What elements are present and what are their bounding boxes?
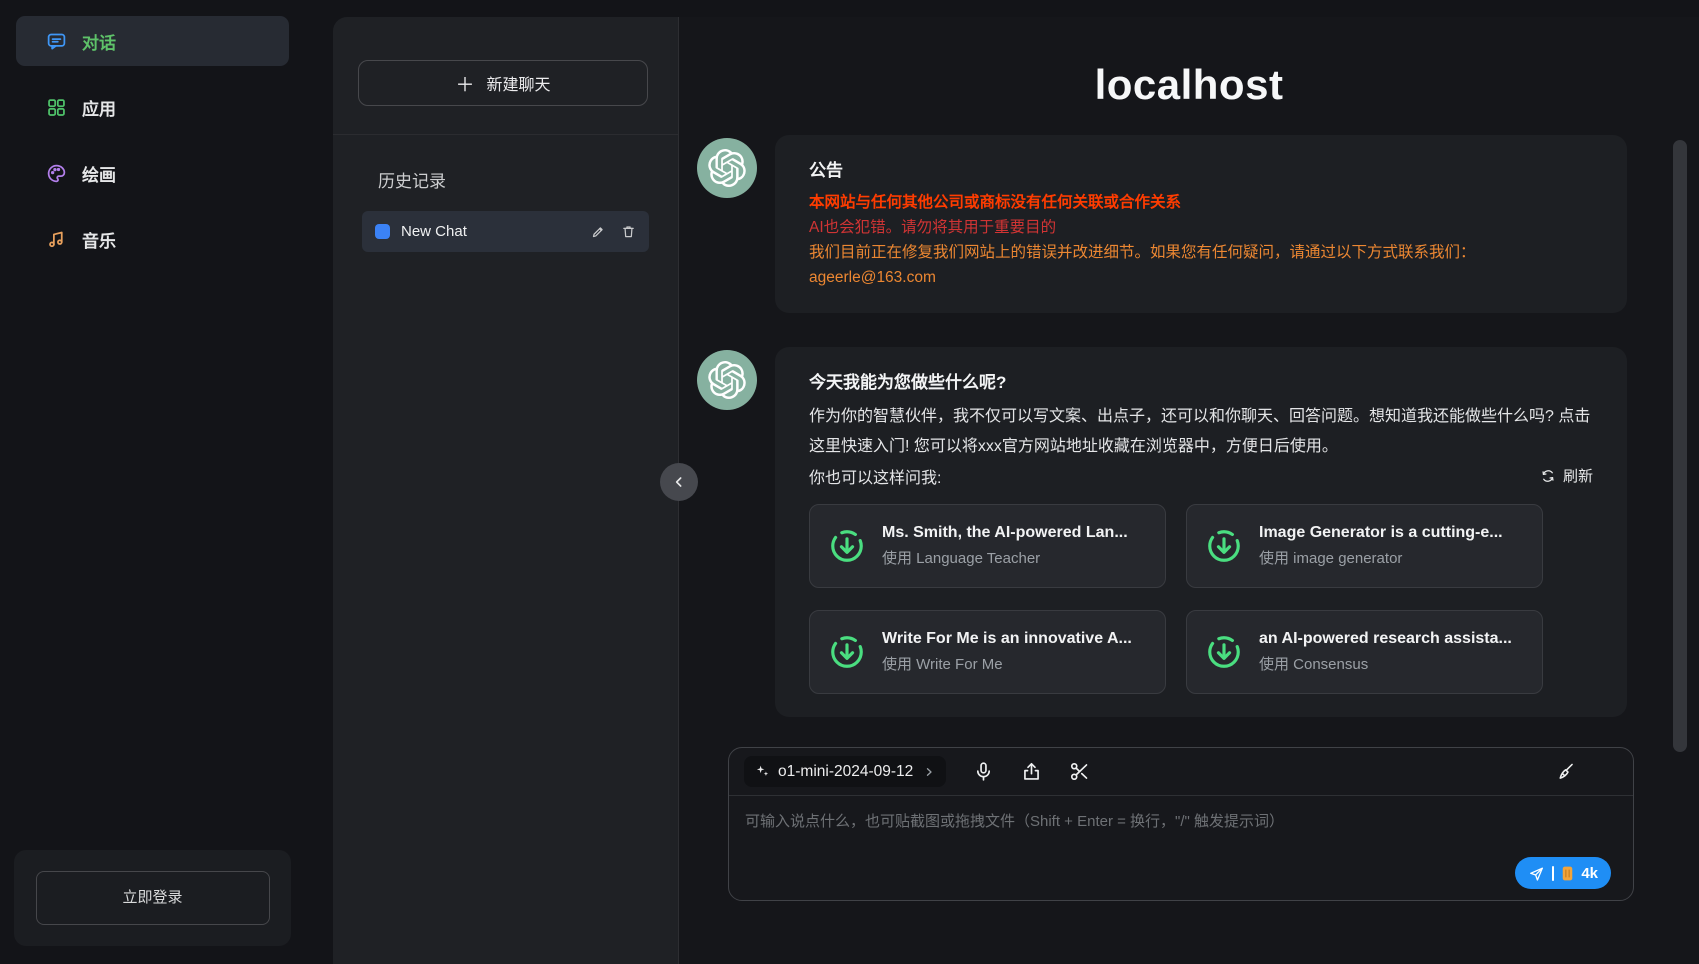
delete-icon[interactable]: [621, 224, 636, 239]
sidebar-item-draw[interactable]: 绘画: [16, 148, 289, 198]
chevron-left-icon: [671, 474, 687, 490]
model-label: o1-mini-2024-09-12: [778, 763, 913, 781]
chat-list-panel: ＋ 新建聊天 历史记录 New Chat: [333, 17, 679, 964]
suggestion-card[interactable]: Ms. Smith, the AI-powered Lan... 使用 Lang…: [809, 504, 1166, 588]
chat-item-title: New Chat: [401, 223, 580, 240]
clear-chat-button[interactable]: [1555, 761, 1576, 782]
contact-email-link[interactable]: ageerle@163.com: [809, 265, 1593, 290]
sidebar-item-chat[interactable]: 对话: [16, 16, 289, 66]
send-plane-icon: [1528, 865, 1545, 882]
new-chat-button[interactable]: ＋ 新建聊天: [358, 60, 648, 106]
upload-icon: [1021, 761, 1042, 782]
assistant-avatar: [697, 350, 757, 410]
suggestion-subtitle: 使用 image generator: [1259, 547, 1503, 568]
arrow-down-circle-icon: [828, 527, 866, 565]
announcement-bubble: 公告 本网站与任何其他公司或商标没有任何关联或合作关系 AI也会犯错。请勿将其用…: [775, 135, 1627, 313]
sidebar-item-music[interactable]: 音乐: [16, 214, 289, 264]
login-button[interactable]: 立即登录: [36, 871, 270, 925]
sidebar-item-apps[interactable]: 应用: [16, 82, 289, 132]
composer-toolbar: o1-mini-2024-09-12: [729, 748, 1633, 796]
openai-logo-icon: [708, 149, 746, 187]
sidebar-item-label: 绘画: [82, 161, 116, 186]
sidebar-item-label: 应用: [82, 95, 116, 120]
refresh-label: 刷新: [1563, 465, 1593, 486]
music-note-icon: [46, 229, 67, 250]
ask-hint: 你也可以这样问我:: [809, 464, 941, 488]
chevron-right-icon: [923, 766, 935, 778]
microphone-button[interactable]: [973, 761, 994, 782]
announcement-line: 我们目前正在修复我们网站上的错误并改进细节。如果您有任何疑问，请通过以下方式联系…: [809, 240, 1593, 265]
login-card: 立即登录: [14, 850, 291, 946]
token-coin-icon: [1561, 865, 1574, 882]
panel-divider: [333, 134, 678, 135]
page-title: localhost: [679, 61, 1699, 109]
suggestion-title: Write For Me is an innovative A...: [882, 630, 1132, 648]
model-selector[interactable]: o1-mini-2024-09-12: [744, 756, 946, 787]
assistant-avatar: [697, 138, 757, 198]
message-input[interactable]: [729, 796, 1633, 866]
sidebar-item-label: 音乐: [82, 227, 116, 252]
suggestion-card[interactable]: Write For Me is an innovative A... 使用 Wr…: [809, 610, 1166, 694]
announcement-line: AI也会犯错。请勿将其用于重要目的: [809, 215, 1593, 240]
welcome-bubble: 今天我能为您做些什么呢? 作为你的智慧伙伴，我不仅可以写文案、出点子，还可以和你…: [775, 347, 1627, 716]
chat-list-item[interactable]: New Chat: [362, 211, 649, 252]
suggestion-title: Image Generator is a cutting-e...: [1259, 524, 1503, 542]
suggestion-card[interactable]: Image Generator is a cutting-e... 使用 ima…: [1186, 504, 1543, 588]
composer-input-area: 4k: [729, 796, 1633, 901]
composer: o1-mini-2024-09-12: [728, 747, 1634, 901]
palette-icon: [46, 163, 67, 184]
new-chat-label: 新建聊天: [487, 71, 551, 95]
scissors-icon: [1069, 761, 1090, 782]
sidebar: 对话 应用 绘画 音乐 立即登录: [0, 0, 305, 964]
suggestion-card[interactable]: an AI-powered research assista... 使用 Con…: [1186, 610, 1543, 694]
suggestion-subtitle: 使用 Write For Me: [882, 653, 1132, 674]
token-count: 4k: [1581, 865, 1598, 882]
send-button[interactable]: 4k: [1515, 857, 1611, 889]
suggestion-title: Ms. Smith, the AI-powered Lan...: [882, 524, 1128, 542]
collapse-panel-toggle[interactable]: [660, 463, 698, 501]
refresh-suggestions-button[interactable]: 刷新: [1540, 465, 1593, 486]
sidebar-item-label: 对话: [82, 29, 116, 54]
message-welcome: 今天我能为您做些什么呢? 作为你的智慧伙伴，我不仅可以写文案、出点子，还可以和你…: [679, 347, 1699, 716]
message-announcement: 公告 本网站与任何其他公司或商标没有任何关联或合作关系 AI也会犯错。请勿将其用…: [679, 135, 1699, 313]
arrow-down-circle-icon: [828, 633, 866, 671]
chat-bubble-icon: [46, 31, 67, 52]
screenshot-button[interactable]: [1069, 761, 1090, 782]
announcement-heading: 公告: [809, 156, 1593, 181]
suggestion-title: an AI-powered research assista...: [1259, 630, 1512, 648]
history-title: 历史记录: [378, 167, 446, 192]
apps-grid-icon: [46, 97, 67, 118]
microphone-icon: [973, 761, 994, 782]
plus-icon: ＋: [455, 70, 474, 97]
broom-icon: [1555, 761, 1576, 782]
suggestion-grid: Ms. Smith, the AI-powered Lan... 使用 Lang…: [809, 504, 1543, 694]
edit-icon[interactable]: [591, 224, 606, 239]
arrow-down-circle-icon: [1205, 633, 1243, 671]
pill-divider: [1552, 866, 1554, 881]
suggestion-subtitle: 使用 Language Teacher: [882, 547, 1128, 568]
announcement-line: 本网站与任何其他公司或商标没有任何关联或合作关系: [809, 190, 1593, 215]
sparkle-icon: [755, 764, 770, 779]
openai-logo-icon: [708, 361, 746, 399]
upload-button[interactable]: [1021, 761, 1042, 782]
arrow-down-circle-icon: [1205, 527, 1243, 565]
chat-color-square: [375, 224, 390, 239]
welcome-heading: 今天我能为您做些什么呢?: [809, 368, 1593, 393]
scrollbar-thumb[interactable]: [1673, 140, 1687, 752]
welcome-body: 作为你的智慧伙伴，我不仅可以写文案、出点子，还可以和你聊天、回答问题。想知道我还…: [809, 402, 1593, 461]
suggestion-subtitle: 使用 Consensus: [1259, 653, 1512, 674]
refresh-icon: [1540, 468, 1556, 484]
